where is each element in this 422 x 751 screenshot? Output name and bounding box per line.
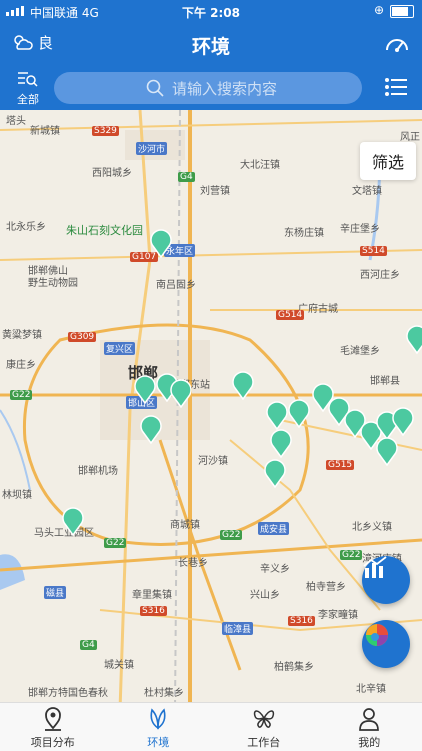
category-filter[interactable]: 全部 <box>12 70 44 107</box>
map-label: 邯郸县 <box>370 372 400 387</box>
map-label: 林坝镇 <box>2 486 32 501</box>
colorful-bubble-icon <box>362 620 392 650</box>
monitoring-station-pin[interactable] <box>60 506 86 536</box>
tab-mine[interactable]: 我的 <box>317 703 422 751</box>
map-label: 河沙镇 <box>198 452 228 467</box>
map-label: 章里集镇 <box>132 586 172 601</box>
map-label: 南吕固乡 <box>156 276 196 291</box>
tab-label: 环境 <box>147 734 169 750</box>
highway-shield: S329 <box>92 126 119 136</box>
map-label: 李家疃镇 <box>318 606 358 621</box>
map-label: 大北汪镇 <box>240 156 280 171</box>
map-label: 柏鹤集乡 <box>274 658 314 673</box>
map-label: 刘营镇 <box>200 182 230 197</box>
map-label: 康庄乡 <box>6 356 36 371</box>
highway-shield: S514 <box>360 246 387 256</box>
monitoring-station-pin[interactable] <box>138 414 164 444</box>
status-bar: 中国联通 4G 下午 2:08 ⊕ <box>0 0 422 22</box>
map-label: 黄粱梦镇 <box>2 326 42 341</box>
search-icon <box>146 79 164 97</box>
monitoring-station-pin[interactable] <box>374 436 400 466</box>
filter-label: 全部 <box>12 91 44 107</box>
list-icon[interactable] <box>384 76 408 98</box>
map-label: 北永乐乡 <box>6 218 46 233</box>
monitoring-station-pin[interactable] <box>148 228 174 258</box>
search-input[interactable]: 请输入搜索内容 <box>54 72 362 104</box>
highway-shield: G22 <box>220 530 242 540</box>
bottom-tab-bar: 项目分布 环境 工作台 我的 <box>0 702 422 751</box>
gauge-icon[interactable] <box>384 32 410 54</box>
page-title: 环境 <box>0 32 422 59</box>
map-label: 邯郸机场 <box>78 462 118 477</box>
map-label: 北乡义镇 <box>352 518 392 533</box>
monitoring-station-pin[interactable] <box>268 428 294 458</box>
tab-workbench[interactable]: 工作台 <box>211 703 317 751</box>
map-label: 长巷乡 <box>178 554 208 569</box>
highway-shield: S316 <box>140 606 167 616</box>
bar-chart-icon <box>362 556 388 580</box>
map-label: 城关镇 <box>104 656 134 671</box>
map-label: 毛滩堡乡 <box>340 342 380 357</box>
monitoring-station-pin[interactable] <box>168 378 194 408</box>
leaf-icon <box>146 706 170 732</box>
filter-search-icon <box>17 70 39 88</box>
map-label: 辛庄堡乡 <box>340 220 380 235</box>
tab-label: 项目分布 <box>31 734 75 750</box>
map-label: 东杨庄镇 <box>284 224 324 239</box>
monitoring-station-pin[interactable] <box>230 370 256 400</box>
map-label: 辛义乡 <box>260 560 290 575</box>
map-label-district: 复兴区 <box>104 342 135 355</box>
map-view[interactable]: 塔头 新城镇 西阳城乡 北永乐乡 沙河市 朱山石刻文化园 永年区 邯郸佛山 野生… <box>0 110 422 702</box>
app-header: 良 环境 <box>0 22 422 66</box>
monitoring-station-pin[interactable] <box>262 458 288 488</box>
map-label: 柏寺营乡 <box>306 578 346 593</box>
tab-environment[interactable]: 环境 <box>106 703 212 751</box>
map-label-county: 成安县 <box>258 522 289 535</box>
highway-shield: G515 <box>326 460 354 470</box>
map-label-poi: 朱山石刻文化园 <box>66 222 143 238</box>
filter-button[interactable]: 筛选 <box>360 142 416 180</box>
map-label: 商城镇 <box>170 516 200 531</box>
monitoring-station-pin[interactable] <box>390 406 416 436</box>
statistics-button[interactable] <box>362 556 410 604</box>
location-pin-icon <box>41 706 65 732</box>
map-label: 文塔镇 <box>352 182 382 197</box>
map-label-shahe: 沙河市 <box>136 142 167 155</box>
highway-shield: G4 <box>178 172 195 182</box>
highway-shield: G22 <box>104 538 126 548</box>
status-time: 下午 2:08 <box>0 4 422 21</box>
search-placeholder: 请输入搜索内容 <box>172 78 277 99</box>
map-label: 野生动物园 <box>28 274 78 289</box>
map-label: 风正 <box>400 128 420 143</box>
map-label: 兴山乡 <box>250 586 280 601</box>
map-label: 塔头 <box>6 112 26 127</box>
map-label: 北辛镇 <box>356 680 386 695</box>
battery-icon <box>390 5 414 18</box>
person-icon <box>357 706 381 732</box>
highway-shield: G309 <box>68 332 96 342</box>
map-label: 西河庄乡 <box>360 266 400 281</box>
monitoring-station-pin[interactable] <box>286 398 312 428</box>
map-label: 邯郸方特国色春秋 <box>28 684 108 699</box>
rotation-lock-icon: ⊕ <box>374 3 384 17</box>
tab-label: 我的 <box>358 734 380 750</box>
map-label-county: 磁县 <box>44 586 66 599</box>
layer-button[interactable] <box>362 620 410 668</box>
map-label-county: 临漳县 <box>222 622 253 635</box>
tab-label: 工作台 <box>247 734 280 750</box>
monitoring-station-pin[interactable] <box>404 324 422 354</box>
highway-shield: G22 <box>10 390 32 400</box>
map-label: 杜村集乡 <box>144 684 184 699</box>
highway-shield: S316 <box>288 616 315 626</box>
tab-project-distribution[interactable]: 项目分布 <box>0 703 106 751</box>
butterfly-icon <box>252 706 276 732</box>
highway-shield: G514 <box>276 310 304 320</box>
map-label: 西阳城乡 <box>92 164 132 179</box>
search-row: 全部 请输入搜索内容 <box>0 66 422 110</box>
highway-shield: G4 <box>80 640 97 650</box>
map-label: 新城镇 <box>30 122 60 137</box>
highway-shield: G22 <box>340 550 362 560</box>
road-network <box>0 110 422 702</box>
